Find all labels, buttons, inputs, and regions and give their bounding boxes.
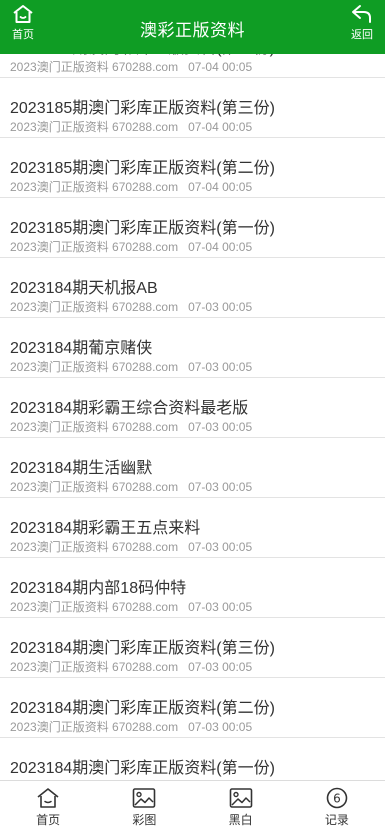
list-item[interactable]: 2023185期澳门彩库正版资料(第一份) 2023澳门正版资料 670288.c… [0,198,385,258]
list-item-source: 2023澳门正版资料 670288.com [10,240,179,254]
list-item-date: 07-03 00:05 [188,720,253,734]
tab-black-white[interactable]: 黑白 [193,781,289,834]
tab-home-label: 首页 [36,813,61,827]
tab-records[interactable]: 6 记录 [289,781,385,834]
list-item-source: 2023澳门正版资料 670288.com [10,480,179,494]
list-item-date: 07-04 00:05 [188,120,253,134]
list-item-title: 2023185期澳门彩库正版资料(第一份) [10,220,275,237]
list-item[interactable]: 2023184期葡京赌侠 2023澳门正版资料 670288.com 07-03 0… [0,318,385,378]
list-item-source: 2023澳门正版资料 670288.com [10,420,179,434]
list-item-source: 2023澳门正版资料 670288.com [10,600,179,614]
list-item-date: 07-03 00:05 [188,300,253,314]
article-list[interactable]: 2023185期澳门彩库正版资料(第四份)2023澳门正版资料 670288.c… [0,54,385,780]
list-item[interactable]: 2023184期彩霸王五点来料 2023澳门正版资料 670288.com 07-0… [0,498,385,558]
list-item-source: 2023澳门正版资料 670288.com [10,660,179,674]
list-item-title: 2023184期生活幽默 [10,460,153,477]
list-item-title: 2023184期彩霸王综合资料最老版 [10,400,249,417]
list-item-title: 2023185期澳门彩库正版资料(第二份) [10,160,275,177]
tab-records-label: 记录 [324,813,349,827]
list-item-title: 2023184期天机报AB [10,280,158,297]
list-item-meta: 2023澳门正版资料 670288.com 07-03 00:05 [10,418,252,435]
list-item-date: 07-03 00:05 [188,360,253,374]
list-item-meta: 2023澳门正版资料 670288.com 07-03 00:05 [10,538,252,555]
list-item-source: 2023澳门正版资料 670288.com [10,120,179,134]
list-item-date: 07-04 00:05 [188,240,253,254]
list-item-date: 07-03 00:05 [188,540,253,554]
list-item[interactable]: 2023184期澳门彩库正版资料(第二份) 2023澳门正版资料 670288.c… [0,678,385,738]
list-item-meta: 2023澳门正版资料 670288.com 07-03 00:05 [10,658,252,675]
list-item-source: 2023澳门正版资料 670288.com [10,720,179,734]
back-arrow-icon [347,4,377,24]
header-back-button[interactable]: 返回 [347,4,377,42]
list-item-title: 2023184期彩霸王五点来料 [10,520,201,537]
list-item-date: 07-04 00:05 [188,180,253,194]
image-icon [96,787,192,809]
tab-color-images-label: 彩图 [132,813,157,827]
list-item-title: 2023184期内部18码仲特 [10,580,187,597]
list-item-meta: 2023澳门正版资料 670288.com 07-03 00:05 [10,478,252,495]
list-item-meta: 2023澳门正版资料 670288.com 07-03 00:05 [10,298,252,315]
list-item-title: 2023185期澳门彩库正版资料(第三份) [10,100,275,117]
list-item-meta: 2023澳门正版资料 670288.com 07-04 00:05 [10,178,252,195]
list-item[interactable]: 2023184期天机报AB 2023澳门正版资料 670288.com 07-03 … [0,258,385,318]
list-item-meta: 2023澳门正版资料 670288.com 07-03 00:05 [10,358,252,375]
list-item-date: 07-03 00:05 [188,480,253,494]
list-item[interactable]: 2023184期澳门彩库正版资料(第一份)2023澳门正版资料 670288.c… [0,738,385,780]
list-item[interactable]: 2023184期澳门彩库正版资料(第三份) 2023澳门正版资料 670288.c… [0,618,385,678]
list-item-meta: 2023澳门正版资料 670288.com 07-03 00:05 [10,598,252,615]
app-header: 首页 澳彩正版资料 返回 [0,0,385,54]
list-item[interactable]: 2023185期澳门彩库正版资料(第二份) 2023澳门正版资料 670288.c… [0,138,385,198]
list-item-date: 07-03 00:05 [188,420,253,434]
list-item-date: 07-03 00:05 [188,660,253,674]
list-item[interactable]: 2023184期彩霸王综合资料最老版 2023澳门正版资料 670288.com 0… [0,378,385,438]
svg-text:6: 6 [333,792,341,806]
list-item-meta: 2023澳门正版资料 670288.com 07-04 00:05 [10,238,252,255]
list-item[interactable]: 2023185期澳门彩库正版资料(第四份)2023澳门正版资料 670288.c… [0,54,385,78]
list-item-title: 2023184期澳门彩库正版资料(第三份) [10,640,275,657]
page-title: 澳彩正版资料 [140,21,245,40]
home-icon [0,787,96,809]
image-icon [193,787,289,809]
tab-color-images[interactable]: 彩图 [96,781,192,834]
list-item-source: 2023澳门正版资料 670288.com [10,60,179,74]
list-item[interactable]: 2023184期内部18码仲特 2023澳门正版资料 670288.com 07-0… [0,558,385,618]
list-item[interactable]: 2023184期生活幽默 2023澳门正版资料 670288.com 07-03 0… [0,438,385,498]
list-item-source: 2023澳门正版资料 670288.com [10,300,179,314]
list-item-source: 2023澳门正版资料 670288.com [10,360,179,374]
list-item-title: 2023184期澳门彩库正版资料(第二份) [10,700,275,717]
list-item-title: 2023184期澳门彩库正版资料(第一份) [10,760,275,777]
bottom-tab-bar: 首页 彩图 黑白 6 记录 [0,780,385,834]
list-item-source: 2023澳门正版资料 670288.com [10,180,179,194]
list-item-meta: 2023澳门正版资料 670288.com 07-04 00:05 [10,58,252,75]
article-list-inner: 2023185期澳门彩库正版资料(第四份)2023澳门正版资料 670288.c… [0,54,385,780]
list-item-date: 07-03 00:05 [188,600,253,614]
header-back-label: 返回 [351,29,373,41]
list-item-date: 07-04 00:05 [188,60,253,74]
tab-home[interactable]: 首页 [0,781,96,834]
list-item[interactable]: 2023185期澳门彩库正版资料(第三份) 2023澳门正版资料 670288.c… [0,78,385,138]
list-item-meta: 2023澳门正版资料 670288.com 07-03 00:05 [10,718,252,735]
list-item-meta: 2023澳门正版资料 670288.com 07-04 00:05 [10,118,252,135]
list-item-source: 2023澳门正版资料 670288.com [10,540,179,554]
list-item-title: 2023184期葡京赌侠 [10,340,153,357]
tab-black-white-label: 黑白 [228,813,253,827]
number-six-icon: 6 [289,787,385,809]
